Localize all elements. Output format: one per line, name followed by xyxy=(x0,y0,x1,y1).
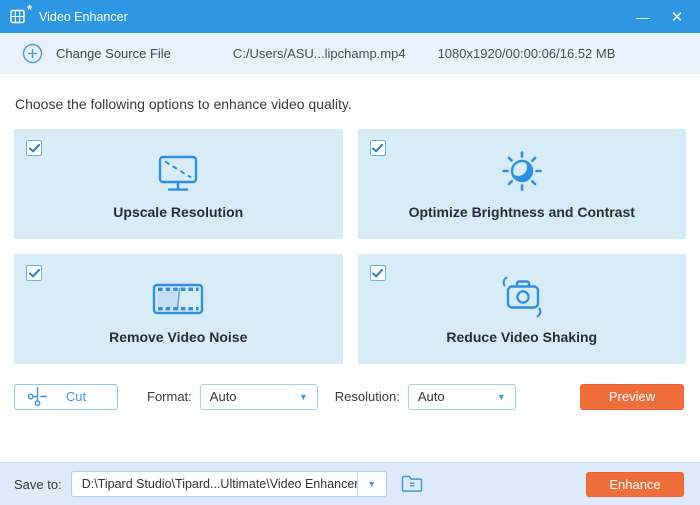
option-label: Optimize Brightness and Contrast xyxy=(408,204,635,220)
scissors-icon xyxy=(28,387,47,406)
brightness-icon xyxy=(499,146,545,194)
option-card-upscale-resolution[interactable]: Upscale Resolution xyxy=(14,129,343,239)
option-label: Remove Video Noise xyxy=(109,329,248,345)
open-folder-button[interactable] xyxy=(398,472,426,496)
enhance-button[interactable]: Enhance xyxy=(586,471,684,497)
title-bar: * Video Enhancer — ✕ xyxy=(0,0,700,33)
upscale-resolution-checkbox[interactable] xyxy=(26,140,42,156)
page-title: Choose the following options to enhance … xyxy=(15,96,352,112)
cut-label: Cut xyxy=(65,389,87,404)
chevron-down-icon: ▼ xyxy=(367,479,377,489)
reduce-shaking-checkbox[interactable] xyxy=(369,265,386,281)
source-file-info: 1080x1920/00:00:06/16.52 MB xyxy=(437,45,616,61)
film-strip-icon xyxy=(151,271,205,319)
toolbar: Cut Format: Auto ▼ Resolution: Auto ▼ Pr… xyxy=(14,383,686,410)
footer-bar: Save to: D:\Tipard Studio\Tipard...Ultim… xyxy=(0,462,700,505)
chevron-down-icon: ▼ xyxy=(298,391,308,402)
resolution-label: Resolution: xyxy=(334,389,400,404)
options-grid: Upscale Resolution Optimize Brightness a… xyxy=(14,129,686,364)
preview-button[interactable]: Preview xyxy=(580,383,684,410)
cut-button[interactable]: Cut xyxy=(14,383,118,410)
option-card-remove-noise[interactable]: Remove Video Noise xyxy=(14,254,343,364)
resolution-value: Auto xyxy=(417,389,445,404)
resolution-select[interactable]: Auto ▼ xyxy=(407,383,516,410)
source-file-path: C:/Users/ASU...lipchamp.mp4 xyxy=(232,45,406,61)
remove-noise-checkbox[interactable] xyxy=(26,265,42,281)
change-source-file-label: Change Source File xyxy=(56,45,171,61)
folder-icon xyxy=(400,474,424,494)
format-label: Format: xyxy=(147,389,192,404)
save-path-combo: D:\Tipard Studio\Tipard...Ultimate\Video… xyxy=(70,471,387,497)
format-select[interactable]: Auto ▼ xyxy=(199,383,318,410)
camera-icon xyxy=(494,271,550,319)
save-path-dropdown-button[interactable]: ▼ xyxy=(356,472,386,496)
option-label: Upscale Resolution xyxy=(113,204,244,220)
change-source-file-button[interactable]: Change Source File xyxy=(22,43,171,64)
source-bar: Change Source File C:/Users/ASU...lipcha… xyxy=(0,33,700,74)
app-badge: * xyxy=(26,1,32,17)
option-card-optimize-brightness[interactable]: Optimize Brightness and Contrast xyxy=(357,129,686,239)
option-label: Reduce Video Shaking xyxy=(446,329,598,345)
app-icon: * xyxy=(10,2,32,25)
format-value: Auto xyxy=(209,389,237,404)
save-path-input[interactable]: D:\Tipard Studio\Tipard...Ultimate\Video… xyxy=(72,472,357,496)
chevron-down-icon: ▼ xyxy=(496,391,506,402)
minimize-button[interactable]: — xyxy=(626,0,660,33)
optimize-brightness-checkbox[interactable] xyxy=(369,140,386,156)
close-button[interactable]: ✕ xyxy=(660,0,694,33)
monitor-icon xyxy=(155,146,201,194)
plus-circle-icon xyxy=(22,43,43,64)
save-to-label: Save to: xyxy=(14,476,62,492)
window-title: Video Enhancer xyxy=(39,9,128,24)
main-panel: Choose the following options to enhance … xyxy=(0,74,700,462)
option-card-reduce-shaking[interactable]: Reduce Video Shaking xyxy=(357,254,686,364)
